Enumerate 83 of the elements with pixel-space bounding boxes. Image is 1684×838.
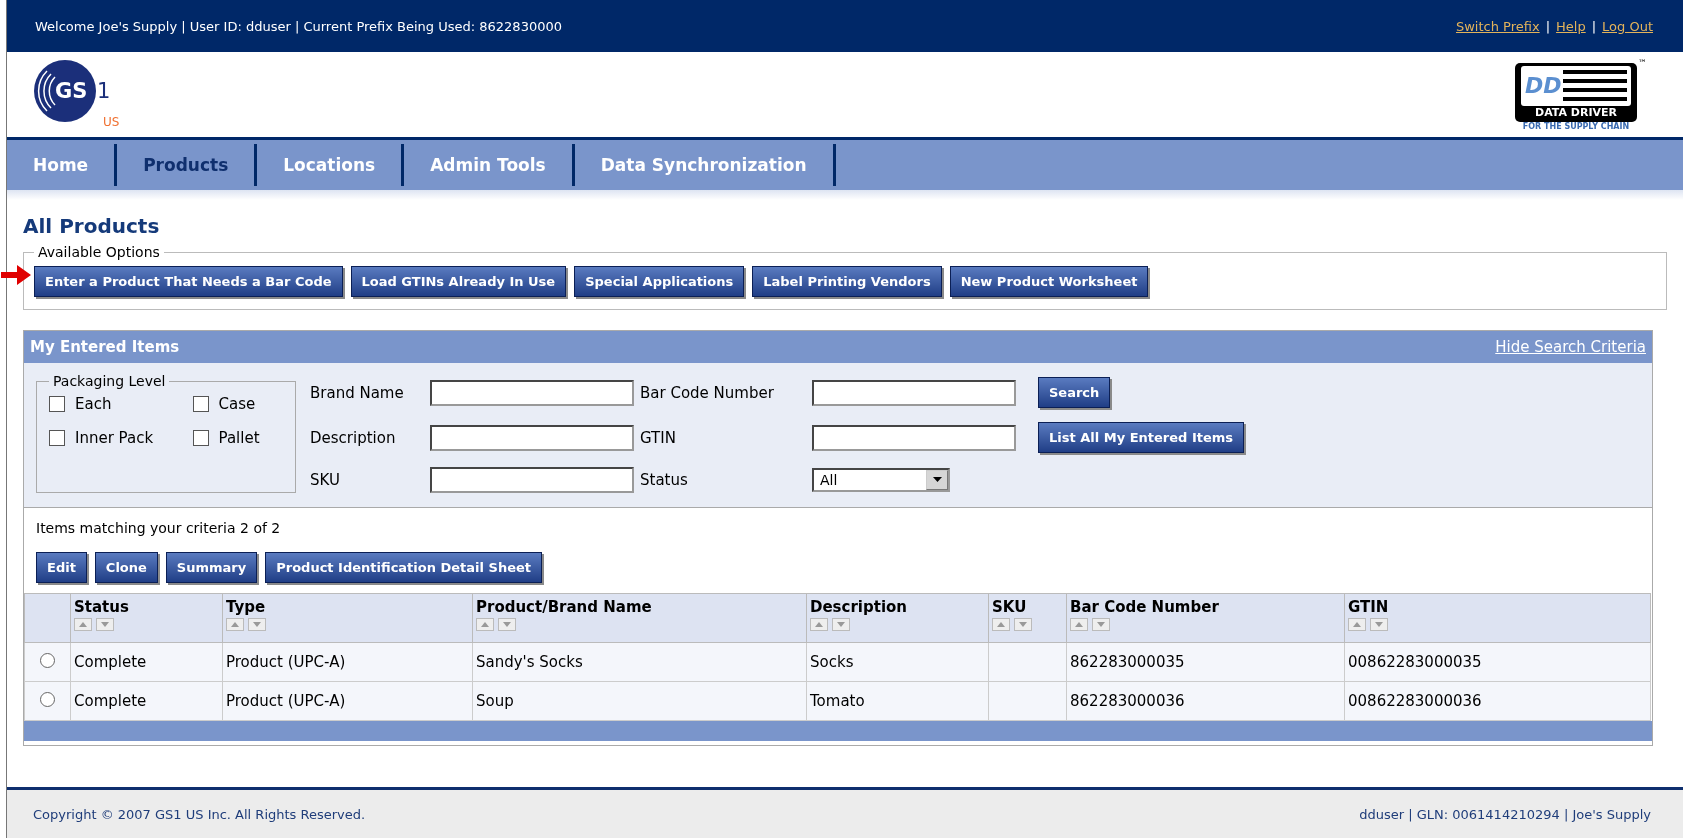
field-label: Brand Name [310, 383, 405, 402]
table-cell: Soup [476, 692, 514, 710]
status-dropdown[interactable]: All [812, 468, 950, 492]
search-button[interactable]: Search [1038, 377, 1111, 408]
header-link[interactable]: Help [1556, 18, 1586, 34]
sort-down-icon[interactable] [498, 618, 516, 631]
action-button[interactable]: Clone [94, 552, 158, 583]
checkbox-label: Each [75, 395, 112, 413]
action-button[interactable]: Edit [36, 552, 87, 583]
option-button[interactable]: Special Applications [574, 266, 745, 297]
row-radio[interactable] [40, 652, 55, 668]
sort-up-icon[interactable] [810, 618, 828, 631]
checkbox[interactable] [192, 396, 209, 412]
column-header: GTIN [1344, 593, 1651, 643]
pointer-arrow-icon [1, 264, 31, 286]
table-cell: Product (UPC-A) [226, 653, 346, 671]
column-header: Bar Code Number [1066, 593, 1345, 643]
input-field[interactable] [430, 467, 634, 493]
sort-up-icon[interactable] [1070, 618, 1088, 631]
column-header: Type [222, 593, 473, 643]
option-button[interactable]: Load GTINs Already In Use [350, 266, 567, 297]
column-header: Status [70, 593, 223, 643]
search-button[interactable]: List All My Entered Items [1038, 422, 1245, 453]
table-cell: Complete [74, 653, 147, 671]
table-cell: Sandy's Socks [476, 653, 583, 671]
table-cell: Complete [74, 692, 147, 710]
field-label: Status [640, 471, 689, 489]
column-header: Description [806, 593, 989, 643]
sort-up-icon[interactable] [74, 618, 92, 631]
table-cell: 00862283000036 [1348, 692, 1482, 710]
input-field[interactable] [430, 424, 634, 451]
checkbox[interactable] [49, 430, 65, 446]
field-label: Description [310, 428, 397, 447]
sort-up-icon[interactable] [992, 618, 1010, 631]
option-button[interactable]: Enter a Product That Needs a Bar Code [34, 266, 343, 297]
option-button[interactable]: New Product Worksheet [949, 266, 1149, 297]
sort-up-icon[interactable] [226, 618, 244, 631]
column-header: SKU [988, 593, 1067, 643]
column-header: Product/Brand Name [472, 593, 807, 643]
options-legend: Available Options [34, 244, 164, 260]
table-cell: 862283000035 [1070, 653, 1185, 671]
field-label: GTIN [640, 428, 677, 447]
account-info: dduser | GLN: 0061414210294 | Joe's Supply [1359, 806, 1651, 822]
header-link[interactable]: Log Out [1602, 18, 1653, 34]
page-title: All Products [23, 214, 161, 238]
separator-text: | [1591, 18, 1597, 34]
table-cell: Tomato [810, 692, 865, 710]
row-radio[interactable] [40, 691, 55, 707]
input-field[interactable] [812, 424, 1016, 451]
checkbox[interactable] [192, 430, 209, 446]
caret-icon [932, 477, 942, 483]
table-cell: Product (UPC-A) [226, 692, 346, 710]
action-button[interactable]: Product Identification Detail Sheet [265, 552, 542, 583]
checkbox[interactable] [49, 396, 65, 412]
field-label: SKU [310, 471, 341, 489]
panel-title: My Entered Items [30, 338, 180, 356]
sort-down-icon[interactable] [1014, 618, 1032, 631]
data-driver-logo: DD DATA DRIVER ™ FOR THE SUPPLY CHAIN [1515, 58, 1647, 131]
input-field[interactable] [430, 379, 634, 406]
field-label: Bar Code Number [640, 383, 775, 402]
checkbox-label: Inner Pack [75, 429, 154, 447]
sort-down-icon[interactable] [832, 618, 850, 631]
option-button[interactable]: Label Printing Vendors [752, 266, 942, 297]
sort-up-icon[interactable] [476, 618, 494, 631]
checkbox-label: Case [218, 395, 256, 413]
sort-down-icon[interactable] [248, 618, 266, 631]
packaging-legend: Packaging Level [49, 373, 170, 389]
action-button[interactable]: Summary [165, 552, 258, 583]
welcome-text: Welcome Joe's Supply | User ID: dduser | Current Prefix Being Used: 8622830000 [35, 18, 562, 34]
table-cell: Socks [810, 653, 854, 671]
checkbox-label: Pallet [218, 429, 260, 447]
sort-down-icon[interactable] [1370, 618, 1388, 631]
sort-down-icon[interactable] [1092, 618, 1110, 631]
table-cell: 862283000036 [1070, 692, 1185, 710]
separator-text: | [1545, 18, 1551, 34]
copyright-text: Copyright © 2007 GS1 US Inc. All Rights Reserved. [33, 806, 366, 822]
nav-tab[interactable]: Products [117, 144, 258, 186]
table-cell: 00862283000035 [1348, 653, 1482, 671]
header-link[interactable]: Switch Prefix [1456, 18, 1540, 34]
sort-down-icon[interactable] [96, 618, 114, 631]
input-field[interactable] [812, 379, 1016, 406]
sort-up-icon[interactable] [1348, 618, 1366, 631]
result-count: Items matching your criteria 2 of 2 [35, 519, 282, 538]
